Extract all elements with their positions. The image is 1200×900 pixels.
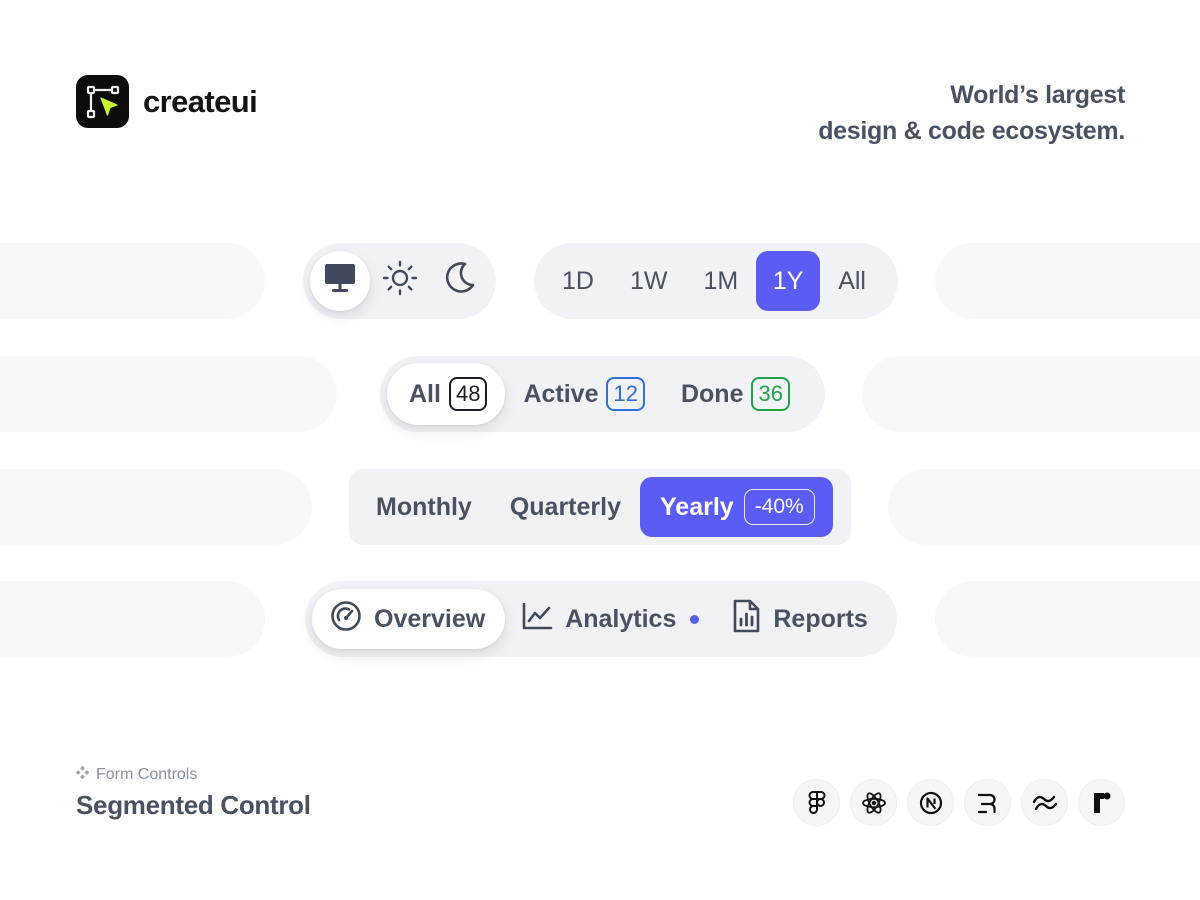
notification-dot [690, 614, 700, 624]
filter-label: Active [523, 379, 599, 408]
filter-label: Done [680, 379, 744, 408]
decor-stripe [0, 356, 337, 432]
moon-icon [441, 260, 477, 303]
filter-option-all[interactable]: All 48 [387, 363, 506, 425]
tagline-line-1: World’s largest [950, 81, 1125, 109]
range-option-1y[interactable]: 1Y [756, 251, 821, 311]
theme-option-dark[interactable] [429, 251, 489, 311]
gauge-icon [330, 600, 362, 639]
tab-label: Reports [773, 604, 868, 633]
range-option-1w[interactable]: 1W [612, 251, 686, 311]
decor-stripe [888, 469, 1200, 545]
diamond-grid-icon [75, 765, 90, 784]
tailwind-icon [1021, 779, 1068, 826]
framer-icon [1078, 779, 1125, 826]
react-icon [850, 779, 897, 826]
filter-option-done[interactable]: Done 36 [663, 363, 808, 425]
decor-stripe [935, 581, 1200, 657]
count-badge: 36 [751, 377, 790, 411]
billing-label: Yearly [660, 492, 734, 521]
tab-reports[interactable]: Reports [715, 589, 883, 649]
status-filter-segmented-control: All 48 Active 12 Done 36 [380, 356, 825, 432]
sun-icon [381, 259, 419, 304]
remix-icon [964, 779, 1011, 826]
tagline: World’s largest design & code ecosystem. [818, 77, 1125, 149]
billing-option-quarterly[interactable]: Quarterly [491, 477, 640, 537]
count-badge: 48 [448, 377, 488, 411]
decor-stripe [0, 243, 265, 319]
createui-logo-icon [76, 75, 129, 128]
filter-label: All [409, 379, 441, 408]
page-title: Segmented Control [76, 790, 311, 820]
tab-overview[interactable]: Overview [312, 589, 506, 649]
tech-stack-icons [793, 779, 1125, 826]
range-option-1d[interactable]: 1D [544, 251, 612, 311]
decor-stripe [0, 581, 265, 657]
brand-name: createui [143, 83, 258, 119]
billing-period-segmented-control: Monthly Quarterly Yearly -40% [349, 469, 851, 545]
count-badge: 12 [606, 377, 645, 411]
decor-stripe [862, 356, 1200, 432]
billing-option-yearly[interactable]: Yearly -40% [640, 477, 833, 537]
report-icon [731, 599, 761, 640]
view-tabs-segmented-control: Overview Analytics Reports [305, 581, 897, 657]
discount-badge: -40% [743, 489, 815, 525]
figma-icon [793, 779, 840, 826]
tagline-line-2: design & code ecosystem. [818, 117, 1125, 145]
decor-stripe [935, 243, 1200, 319]
range-option-all[interactable]: All [820, 251, 884, 311]
theme-option-system[interactable] [310, 251, 370, 311]
tab-analytics[interactable]: Analytics [505, 589, 715, 649]
range-option-1m[interactable]: 1M [685, 251, 756, 311]
theme-segmented-control [303, 243, 496, 319]
category-label: Form Controls [96, 766, 198, 783]
nextjs-icon [907, 779, 954, 826]
filter-option-active[interactable]: Active 12 [505, 363, 663, 425]
theme-option-light[interactable] [370, 251, 430, 311]
brand: createui [76, 75, 258, 128]
tab-label: Analytics [565, 604, 677, 633]
category-breadcrumb: Form Controls [75, 765, 198, 784]
time-range-segmented-control: 1D 1W 1M 1Y All [534, 243, 898, 319]
line-chart-icon [521, 601, 553, 638]
tab-label: Overview [374, 604, 486, 633]
billing-option-monthly[interactable]: Monthly [357, 477, 491, 537]
monitor-icon [323, 262, 357, 301]
decor-stripe [0, 469, 312, 545]
